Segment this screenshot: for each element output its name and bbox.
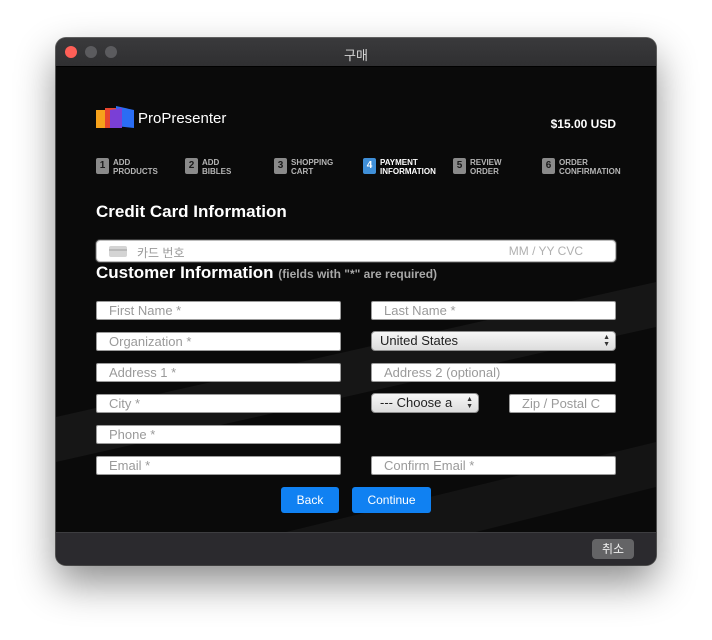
state-select[interactable]: --- Choose a ▲ ▼ — [371, 393, 479, 413]
step-label: PAYMENT INFORMATION — [380, 158, 436, 176]
step-payment-information: 4 PAYMENT INFORMATION — [363, 158, 436, 176]
card-number-field[interactable]: 카드 번호 MM / YY CVC — [96, 240, 616, 262]
credit-card-heading: Credit Card Information — [96, 202, 287, 221]
state-value: --- Choose a — [380, 395, 453, 410]
confirm-email-input[interactable]: Confirm Email * — [371, 456, 616, 475]
step-number: 6 — [542, 158, 555, 174]
window-title: 구매 — [344, 48, 368, 63]
email-input[interactable]: Email * — [96, 456, 341, 475]
step-order-confirmation: 6 ORDER CONFIRMATION — [542, 158, 621, 176]
order-total: $15.00 USD — [550, 117, 616, 131]
continue-button[interactable]: Continue — [352, 487, 431, 513]
step-shopping-cart: 3 SHOPPING CART — [274, 158, 333, 176]
last-name-input[interactable]: Last Name * — [371, 301, 616, 320]
step-number: 5 — [453, 158, 466, 174]
select-arrows-icon: ▲ ▼ — [603, 334, 610, 348]
dialog-footer: 취소 — [56, 532, 656, 565]
step-label: REVIEW ORDER — [470, 158, 502, 176]
step-number: 3 — [274, 158, 287, 174]
address2-input[interactable]: Address 2 (optional) — [371, 363, 616, 382]
title-bar: 구매 — [56, 38, 656, 67]
step-number: 2 — [185, 158, 198, 174]
customer-info-title: Customer Information — [96, 263, 274, 282]
step-number: 4 — [363, 158, 376, 174]
select-arrows-icon: ▲ ▼ — [466, 396, 473, 410]
organization-input[interactable]: Organization * — [96, 332, 341, 351]
country-value: United States — [380, 333, 459, 348]
checkout-content: ProPresenter $15.00 USD 1 ADD PRODUCTS 2… — [56, 67, 656, 532]
cancel-button[interactable]: 취소 — [592, 539, 634, 559]
expiry-cvc-placeholder: MM / YY CVC — [508, 244, 583, 258]
step-label: ADD PRODUCTS — [113, 158, 158, 176]
country-select[interactable]: United States ▲ ▼ — [371, 331, 616, 351]
step-add-products: 1 ADD PRODUCTS — [96, 158, 158, 176]
back-button[interactable]: Back — [281, 487, 339, 513]
step-review-order: 5 REVIEW ORDER — [453, 158, 502, 176]
required-fields-note: (fields with "*" are required) — [278, 267, 438, 281]
step-number: 1 — [96, 158, 109, 174]
purchase-window: 구매 ProPresenter $15.00 USD 1 ADD PRODUCT… — [56, 38, 656, 565]
credit-card-icon — [109, 246, 127, 257]
zip-input[interactable]: Zip / Postal C — [509, 394, 616, 413]
city-input[interactable]: City * — [96, 394, 341, 413]
customer-info-heading: Customer Information (fields with "*" ar… — [96, 263, 437, 283]
propresenter-logo-icon — [96, 106, 134, 128]
step-add-bibles: 2 ADD BIBLES — [185, 158, 231, 176]
first-name-input[interactable]: First Name * — [96, 301, 341, 320]
step-label: ORDER CONFIRMATION — [559, 158, 621, 176]
step-label: SHOPPING CART — [291, 158, 334, 176]
phone-input[interactable]: Phone * — [96, 425, 341, 444]
address1-input[interactable]: Address 1 * — [96, 363, 341, 382]
brand-name: ProPresenter — [138, 110, 227, 127]
step-label: ADD BIBLES — [202, 158, 232, 176]
card-number-placeholder: 카드 번호 — [137, 246, 185, 260]
